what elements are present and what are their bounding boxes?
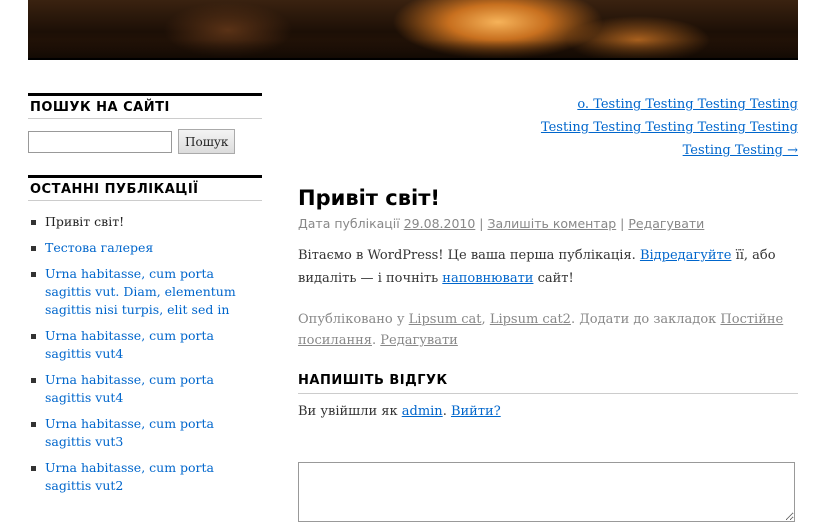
meta-prefix: Дата публікації bbox=[298, 216, 400, 231]
post-paragraph: Вітаємо в WordPress! Це ваша перша публі… bbox=[298, 244, 798, 290]
recent-posts-list: Привіт світ! Тестова галерея Urna habita… bbox=[28, 213, 262, 495]
nav-link-line1[interactable]: o. Testing Testing Testing Testing bbox=[577, 97, 798, 112]
bookmark-label: . Додати до закладок bbox=[570, 312, 717, 327]
banner-shade bbox=[28, 40, 798, 58]
search-button[interactable]: Пошук bbox=[178, 129, 236, 154]
user-link[interactable]: admin bbox=[402, 404, 443, 419]
sidebar: ПОШУК НА САЙТІ Пошук ОСТАННІ ПУБЛІКАЦІЇ … bbox=[28, 93, 262, 503]
recent-post-label: Привіт світ! bbox=[45, 214, 125, 229]
post-content: Вітаємо в WordPress! Це ваша перша публі… bbox=[298, 244, 798, 290]
nav-link-line2[interactable]: Testing Testing Testing Testing Testing bbox=[541, 120, 798, 135]
edit-post-link-2[interactable]: Редагувати bbox=[380, 333, 458, 348]
post-navigation: o. Testing Testing Testing Testing Testi… bbox=[298, 93, 798, 162]
recent-posts-title: ОСТАННІ ПУБЛІКАЦІЇ bbox=[28, 175, 262, 201]
post-meta: Дата публікації 29.08.2010 | Залишіть ко… bbox=[298, 216, 798, 231]
category-link[interactable]: Lipsum cat2 bbox=[490, 312, 571, 327]
recent-post-item: Привіт світ! bbox=[28, 213, 262, 231]
fill-inline-link[interactable]: наповнювати bbox=[442, 271, 533, 286]
reply-title: НАПИШІТЬ ВІДГУК bbox=[298, 373, 798, 394]
comment-textarea[interactable] bbox=[298, 462, 795, 522]
edit-post-link[interactable]: Редагувати bbox=[628, 216, 704, 231]
post-title[interactable]: Привіт світ! bbox=[298, 186, 798, 210]
recent-post-item: Urna habitasse, cum porta sagittis vut4 bbox=[28, 371, 262, 407]
recent-post-link[interactable]: Urna habitasse, cum porta sagittis vut2 bbox=[45, 460, 214, 493]
search-widget-title: ПОШУК НА САЙТІ bbox=[28, 93, 262, 119]
recent-post-item: Urna habitasse, cum porta sagittis vut. … bbox=[28, 265, 262, 319]
comma: , bbox=[481, 312, 486, 327]
meta-separator: | bbox=[479, 216, 484, 231]
recent-post-link[interactable]: Urna habitasse, cum porta sagittis vut. … bbox=[45, 266, 236, 317]
edit-inline-link[interactable]: Відредагуйте bbox=[640, 248, 732, 263]
search-input[interactable] bbox=[28, 130, 172, 153]
leave-comment-link[interactable]: Залишіть коментар bbox=[488, 216, 617, 231]
recent-post-link[interactable]: Urna habitasse, cum porta sagittis vut3 bbox=[45, 416, 214, 449]
category-link[interactable]: Lipsum cat bbox=[409, 312, 482, 327]
recent-post-item: Urna habitasse, cum porta sagittis vut3 bbox=[28, 415, 262, 451]
recent-post-link[interactable]: Тестова галерея bbox=[45, 240, 153, 255]
recent-post-item: Urna habitasse, cum porta sagittis vut4 bbox=[28, 327, 262, 363]
recent-post-link[interactable]: Urna habitasse, cum porta sagittis vut4 bbox=[45, 328, 214, 361]
logged-in-as: Ви увійшли як admin. Вийти? bbox=[298, 404, 798, 419]
nav-link-line3[interactable]: Testing Testing → bbox=[683, 143, 798, 158]
dot: . bbox=[442, 404, 447, 419]
search-form: Пошук bbox=[28, 129, 262, 154]
logged-prefix: Ви увійшли як bbox=[298, 404, 398, 419]
dot: . bbox=[371, 333, 377, 348]
body-text: сайт! bbox=[537, 271, 574, 286]
header-banner bbox=[28, 0, 798, 60]
recent-post-item: Urna habitasse, cum porta sagittis vut2 bbox=[28, 459, 262, 495]
entry-utility: Опубліковано у Lipsum cat, Lipsum cat2. … bbox=[298, 309, 798, 351]
meta-separator: | bbox=[620, 216, 625, 231]
recent-post-link[interactable]: Urna habitasse, cum porta sagittis vut4 bbox=[45, 372, 214, 405]
recent-post-item: Тестова галерея bbox=[28, 239, 262, 257]
body-text: Вітаємо в WordPress! Це ваша перша публі… bbox=[298, 248, 636, 263]
post-date-link[interactable]: 29.08.2010 bbox=[404, 216, 476, 231]
published-in-label: Опубліковано у bbox=[298, 312, 405, 327]
logout-link[interactable]: Вийти? bbox=[451, 404, 501, 419]
main-content: o. Testing Testing Testing Testing Testi… bbox=[298, 93, 798, 419]
